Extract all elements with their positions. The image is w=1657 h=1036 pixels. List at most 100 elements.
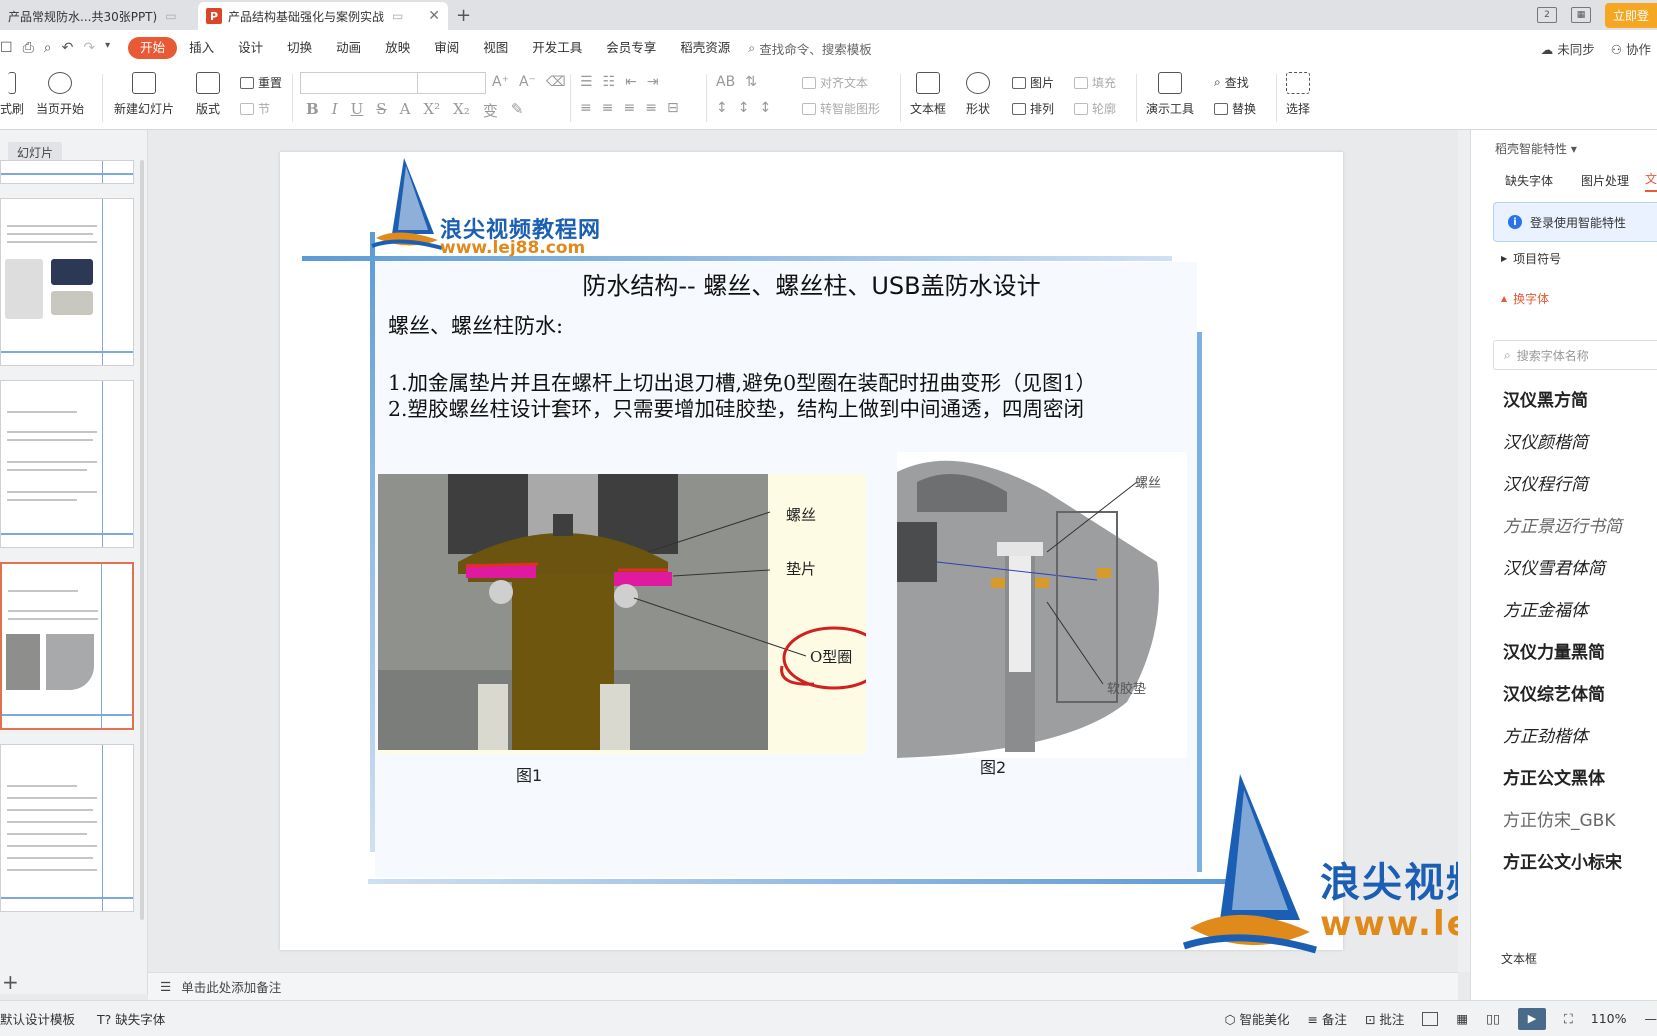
font-size-select[interactable] bbox=[418, 72, 486, 94]
align-left-icon[interactable]: ≡ bbox=[580, 100, 592, 116]
menu-review[interactable]: 审阅 bbox=[422, 37, 471, 59]
tab-text[interactable]: 文 bbox=[1645, 170, 1657, 192]
menu-insert[interactable]: 插入 bbox=[177, 37, 226, 59]
fill-button[interactable]: 填充 bbox=[1074, 74, 1116, 91]
slides-tab[interactable]: 幻灯片 bbox=[8, 142, 62, 162]
align-text-button[interactable]: 对齐文本 bbox=[802, 74, 868, 91]
highlight-icon[interactable]: ✎ bbox=[511, 100, 524, 121]
zoom-out-icon[interactable]: — bbox=[1645, 1011, 1657, 1026]
slide-point-2[interactable]: 2.塑胶螺丝柱设计套环，只需要增加硅胶垫，结构上做到中间通透，四周密闭 bbox=[388, 392, 1084, 422]
smartart-button[interactable]: 转智能图形 bbox=[802, 100, 880, 117]
slide-thumbnail[interactable] bbox=[0, 380, 134, 548]
fig1-caption[interactable]: 图1 bbox=[516, 762, 542, 786]
font-color-icon[interactable]: A bbox=[400, 100, 411, 121]
menu-docer[interactable]: 稻壳资源 bbox=[668, 37, 742, 59]
slide-subtitle[interactable]: 螺丝、螺丝柱防水: bbox=[388, 310, 563, 340]
fig2-caption[interactable]: 图2 bbox=[980, 754, 1006, 778]
font-option[interactable]: 汉仪综艺体简 bbox=[1503, 680, 1605, 705]
design-template-status[interactable]: 默认设计模板 bbox=[0, 1009, 75, 1028]
font-name-select[interactable] bbox=[300, 72, 418, 94]
missing-font-status[interactable]: T? 缺失字体 bbox=[97, 1009, 165, 1028]
menu-member[interactable]: 会员专享 bbox=[594, 37, 668, 59]
menu-start[interactable]: 开始 bbox=[128, 37, 178, 59]
format-painter-button[interactable]: 式刷 bbox=[0, 72, 24, 117]
chevron-down-icon[interactable]: ▾ bbox=[105, 40, 110, 56]
font-option[interactable]: 方正仿宋_GBK bbox=[1503, 806, 1615, 831]
print-icon[interactable]: ⎙ bbox=[23, 40, 34, 56]
layout-button[interactable]: 版式 bbox=[196, 72, 220, 117]
arrange-button[interactable]: 排列 bbox=[1012, 100, 1054, 117]
textbox-button[interactable]: 文本框 bbox=[910, 72, 946, 117]
outline-button[interactable]: 轮廓 bbox=[1074, 100, 1116, 117]
font-search-input[interactable]: ⌕ 搜索字体名称 bbox=[1493, 340, 1657, 370]
current-start-button[interactable]: 当页开始 bbox=[36, 72, 84, 117]
thumbnail-scrollbar[interactable] bbox=[140, 160, 144, 920]
close-icon[interactable]: ✕ bbox=[428, 8, 440, 24]
column-icon[interactable]: ↕ bbox=[759, 100, 771, 116]
tab-picture-processing[interactable]: 图片处理 bbox=[1581, 172, 1629, 189]
command-search[interactable]: ⌕ 查找命令、搜索模板 bbox=[748, 39, 872, 58]
distribute-icon[interactable]: ⊟ bbox=[667, 100, 679, 116]
strikethrough-icon[interactable]: S bbox=[376, 100, 386, 121]
login-button[interactable]: 立即登 bbox=[1604, 2, 1657, 28]
zoom-level[interactable]: 110% bbox=[1591, 1011, 1627, 1026]
slide-thumbnail-selected[interactable] bbox=[0, 562, 134, 730]
new-tab-button[interactable]: + bbox=[456, 5, 471, 26]
new-slide-button[interactable]: 新建幻灯片 bbox=[114, 72, 174, 117]
phonetic-icon[interactable]: 变 bbox=[483, 100, 498, 121]
align-right-icon[interactable]: ≡ bbox=[623, 100, 635, 116]
number-list-icon[interactable]: ☷ bbox=[603, 74, 616, 90]
indent-icon[interactable]: ⇥ bbox=[647, 74, 659, 90]
menu-icon[interactable]: ☐ bbox=[0, 40, 13, 56]
menu-animation[interactable]: 动画 bbox=[324, 37, 373, 59]
picture-button[interactable]: 图片 bbox=[1012, 74, 1054, 91]
font-option[interactable]: 汉仪黑方简 bbox=[1503, 386, 1588, 411]
bullet-list-icon[interactable]: ☰ bbox=[580, 74, 593, 90]
add-slide-button[interactable]: + bbox=[2, 970, 19, 994]
clear-format-icon[interactable]: ⌫ bbox=[546, 74, 566, 90]
tab-document-2[interactable]: P 产品结构基础强化与案例实战 ▭ ✕ bbox=[198, 2, 448, 30]
decrease-font-icon[interactable]: A⁻ bbox=[519, 74, 536, 90]
italic-icon[interactable]: I bbox=[332, 100, 338, 121]
slide-scrollbar[interactable] bbox=[1458, 130, 1470, 972]
smart-beautify-button[interactable]: ⬡ 智能美化 bbox=[1225, 1009, 1290, 1028]
slide-thumbnail[interactable] bbox=[0, 744, 134, 912]
sort-icon[interactable]: ⇅ bbox=[745, 74, 757, 90]
section-button[interactable]: 节 bbox=[240, 100, 270, 117]
menu-view[interactable]: 视图 bbox=[471, 37, 520, 59]
superscript-icon[interactable]: X² bbox=[423, 100, 440, 121]
slide-thumbnail[interactable] bbox=[0, 198, 134, 366]
textbox-section[interactable]: 文本框 bbox=[1501, 950, 1537, 967]
comment-button[interactable]: ⊡ 批注 bbox=[1365, 1009, 1404, 1028]
reading-view-icon[interactable]: ▯▯ bbox=[1486, 1011, 1500, 1026]
notes-bar[interactable]: ☰ 单击此处添加备注 bbox=[148, 972, 1458, 1000]
increase-font-icon[interactable]: A⁺ bbox=[492, 74, 509, 90]
figure-1[interactable]: 螺丝 垫片 O型圈 bbox=[378, 474, 866, 754]
present-tools-button[interactable]: 演示工具 bbox=[1146, 72, 1194, 117]
find-button[interactable]: ⌕ 查找 bbox=[1214, 74, 1249, 91]
play-slideshow-button[interactable]: ▶ bbox=[1517, 1007, 1546, 1030]
print-preview-icon[interactable]: ⌕ bbox=[44, 40, 52, 56]
slide-sorter-icon[interactable]: ▦ bbox=[1456, 1011, 1468, 1026]
select-button[interactable]: 选择 bbox=[1286, 72, 1310, 117]
figure-2[interactable]: 螺丝 软胶垫 bbox=[897, 452, 1187, 758]
panel-title[interactable]: 稻壳智能特性 ▾ bbox=[1495, 140, 1577, 157]
outdent-icon[interactable]: ⇤ bbox=[625, 74, 637, 90]
slide-thumbnail[interactable] bbox=[0, 160, 134, 184]
undo-icon[interactable]: ↶ bbox=[62, 40, 74, 56]
paragraph-spacing-icon[interactable]: ↕ bbox=[738, 100, 750, 116]
collab-button[interactable]: ⚇ 协作 bbox=[1611, 39, 1651, 58]
tab-missing-font[interactable]: 缺失字体 bbox=[1505, 172, 1553, 189]
font-option[interactable]: 汉仪颜楷简 bbox=[1503, 428, 1588, 453]
reset-button[interactable]: 重置 bbox=[240, 74, 282, 91]
notes-toggle-button[interactable]: ≡ 备注 bbox=[1307, 1009, 1346, 1028]
underline-icon[interactable]: U bbox=[351, 100, 364, 121]
sync-status[interactable]: ☁ 未同步 bbox=[1541, 39, 1595, 58]
menu-transition[interactable]: 切换 bbox=[275, 37, 324, 59]
slide-title[interactable]: 防水结构-- 螺丝、螺丝柱、USB盖防水设计 bbox=[280, 266, 1343, 301]
justify-icon[interactable]: ≡ bbox=[645, 100, 657, 116]
line-spacing-icon[interactable]: ↕ bbox=[716, 100, 728, 116]
tab-document-1[interactable]: 产品常规防水...共30张PPT) ▭ bbox=[0, 2, 196, 30]
font-option[interactable]: 方正劲楷体 bbox=[1503, 722, 1588, 747]
font-option[interactable]: 方正公文小标宋 bbox=[1503, 848, 1622, 873]
